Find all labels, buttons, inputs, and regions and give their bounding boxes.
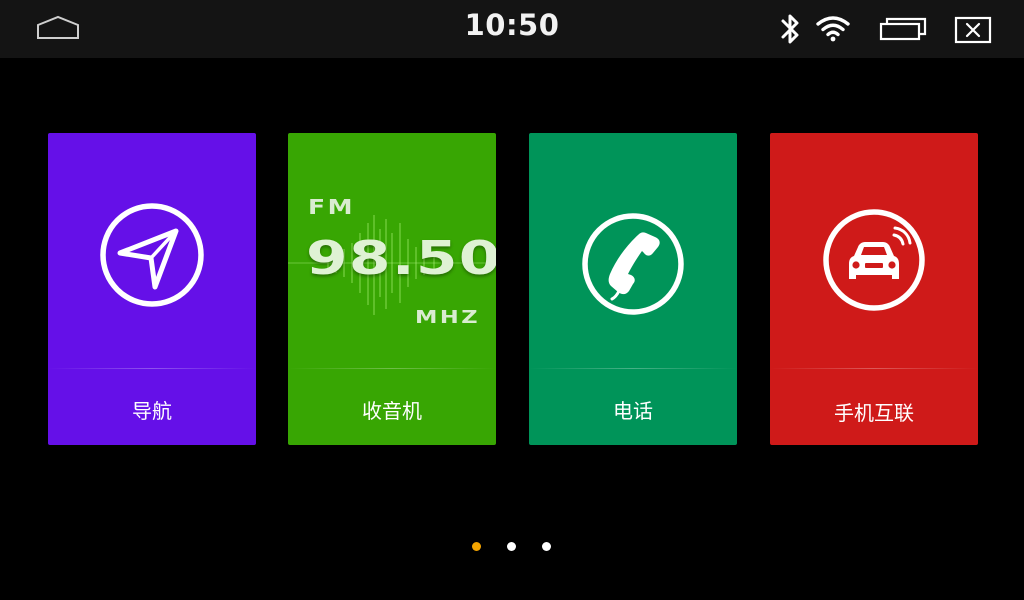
tile-label: 导航	[132, 399, 172, 423]
tile-divider	[770, 368, 978, 369]
tile-divider	[529, 368, 737, 369]
clock: 10:50	[464, 8, 560, 42]
tile-label: 收音机	[362, 399, 422, 423]
tile-radio[interactable]: FM 98.50 MHZ 收音机	[288, 133, 496, 445]
tile-navigation[interactable]: 导航	[48, 133, 256, 445]
home-icon[interactable]	[36, 15, 80, 41]
page-dot-active[interactable]	[472, 542, 481, 551]
tile-divider	[48, 368, 256, 369]
radio-band: FM	[308, 195, 355, 219]
navigation-icon	[100, 203, 204, 307]
close-icon[interactable]	[954, 16, 992, 44]
tile-phone-link[interactable]: 手机互联	[770, 133, 978, 445]
page-indicator	[0, 542, 1024, 554]
tile-phone[interactable]: 电话	[529, 133, 737, 445]
page-dot[interactable]	[542, 542, 551, 551]
page-dot[interactable]	[507, 542, 516, 551]
car-connect-icon	[823, 209, 925, 311]
tile-label: 电话	[613, 399, 653, 423]
phone-icon	[582, 213, 684, 315]
wifi-icon	[816, 16, 850, 42]
recent-apps-icon[interactable]	[879, 16, 929, 42]
status-bar: 10:50	[0, 0, 1024, 58]
radio-frequency: 98.50	[306, 231, 496, 285]
bluetooth-icon	[781, 14, 799, 44]
tile-label: 手机互联	[834, 401, 914, 425]
launcher-screen: 10:50 导航 FM 98.50 MHZ 收音机 电话 手机互联	[0, 0, 1024, 600]
tile-divider	[288, 368, 496, 369]
radio-unit: MHZ	[414, 307, 480, 328]
